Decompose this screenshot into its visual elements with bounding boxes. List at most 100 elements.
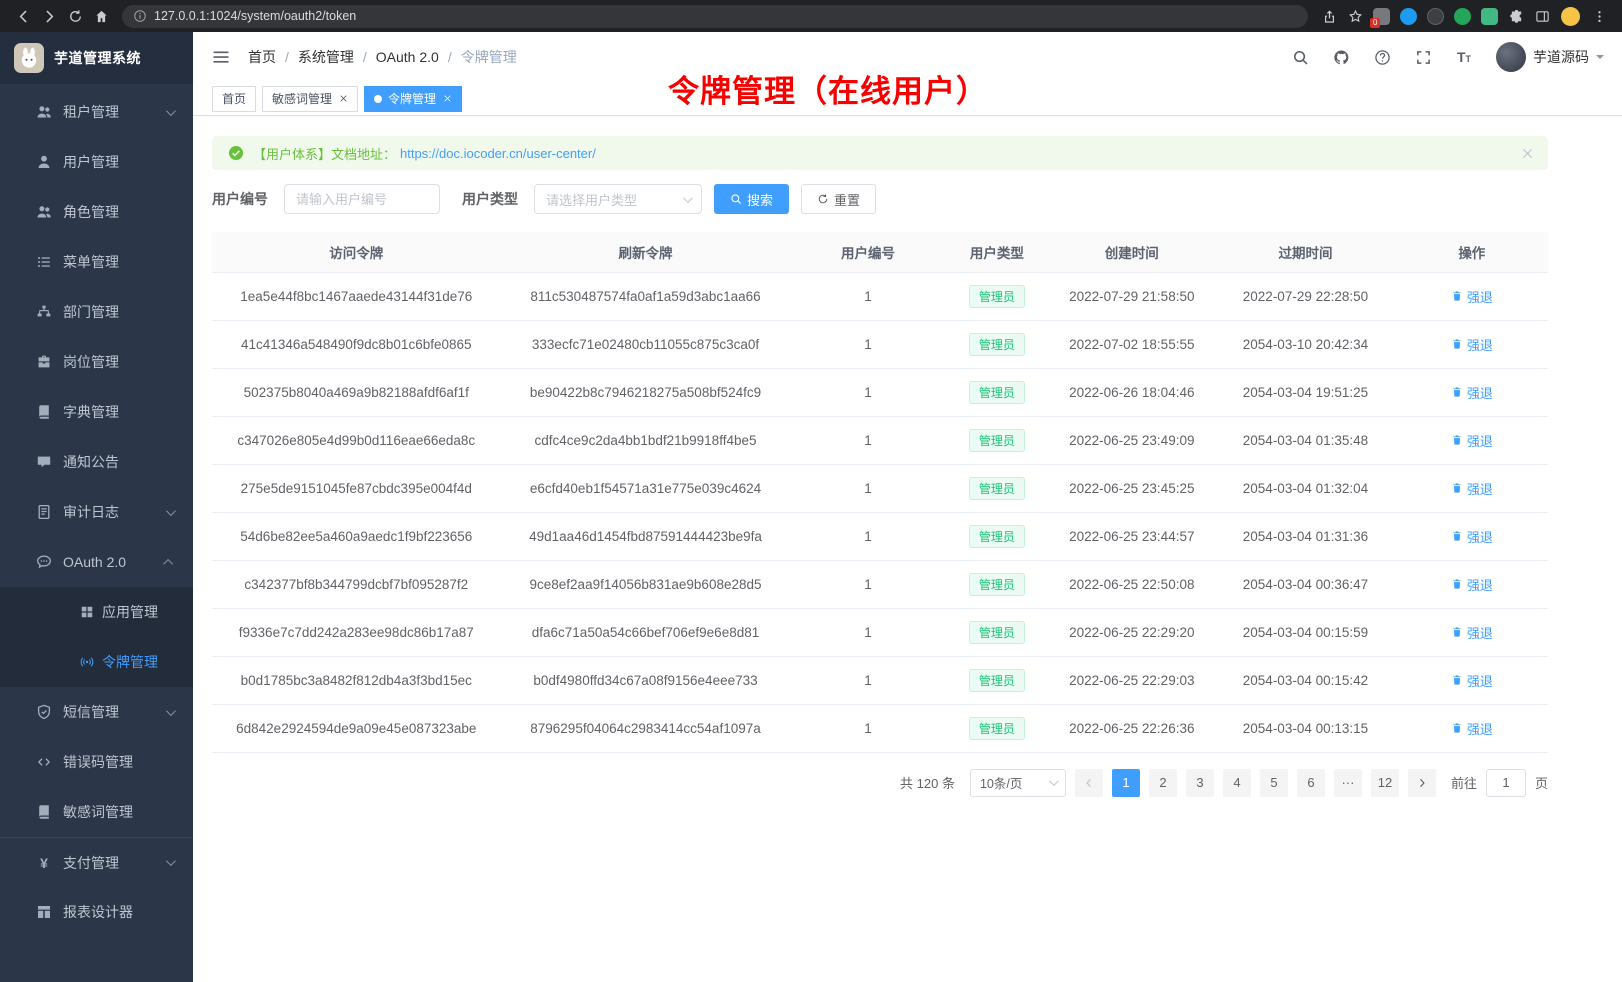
home-icon[interactable] [88, 3, 114, 29]
logo-image [14, 43, 44, 73]
extension-icon-vue[interactable] [1481, 8, 1498, 25]
browser-profile-avatar[interactable] [1561, 7, 1580, 26]
next-page-button[interactable] [1408, 769, 1436, 797]
app-logo[interactable]: 芋道管理系统 [0, 32, 193, 84]
alert-close-icon[interactable] [1521, 147, 1534, 160]
back-icon[interactable] [10, 3, 36, 29]
fontsize-icon[interactable]: TT [1455, 48, 1473, 66]
prev-page-button[interactable] [1075, 769, 1103, 797]
cell-access-token: 502375b8040a469a9b82188afdf6af1f [212, 368, 501, 416]
extension-icon-badged[interactable]: 0 [1373, 8, 1390, 25]
force-logout-button[interactable]: 强退 [1451, 671, 1493, 690]
force-logout-button[interactable]: 强退 [1451, 479, 1493, 498]
cell-access-token: 275e5de9151045fe87cbdc395e004f4d [212, 464, 501, 512]
page-button[interactable]: 6 [1297, 769, 1325, 797]
sidebar-item[interactable]: 租户管理 [0, 87, 193, 137]
alert-doc-link[interactable]: https://doc.iocoder.cn/user-center/ [400, 146, 596, 161]
bookmark-star-icon[interactable] [1342, 3, 1368, 29]
page-button[interactable]: 5 [1260, 769, 1288, 797]
extensions-puzzle-icon[interactable] [1503, 3, 1529, 29]
column-header: 刷新令牌 [501, 232, 791, 272]
breadcrumb-item[interactable]: OAuth 2.0 [354, 49, 439, 65]
user-menu[interactable]: 芋道源码 [1496, 42, 1604, 72]
sidebar-item[interactable]: OAuth 2.0 [0, 537, 193, 587]
users-icon [36, 104, 52, 120]
sidebar-item[interactable]: 用户管理 [0, 137, 193, 187]
breadcrumb-item[interactable]: 系统管理 [276, 47, 354, 67]
tab[interactable]: 令牌管理 [364, 86, 462, 112]
sidebar-item[interactable]: 菜单管理 [0, 237, 193, 287]
sidebar-item[interactable]: 岗位管理 [0, 337, 193, 387]
force-logout-button[interactable]: 强退 [1451, 335, 1493, 354]
search-button[interactable]: 搜索 [714, 184, 789, 214]
hamburger-icon[interactable] [211, 47, 231, 67]
page-button[interactable]: 1 [1112, 769, 1140, 797]
force-logout-button[interactable]: 强退 [1451, 719, 1493, 738]
sidebar-item[interactable]: 审计日志 [0, 487, 193, 537]
breadcrumb-item[interactable]: 首页 [248, 47, 276, 67]
user-id-input[interactable] [284, 184, 440, 214]
sidebar-item[interactable]: 错误码管理 [0, 737, 193, 787]
sidebar-item[interactable]: 应用管理 [0, 587, 193, 637]
breadcrumb-item[interactable]: 令牌管理 [439, 47, 517, 67]
sidebar-item[interactable]: 短信管理 [0, 687, 193, 737]
page-button[interactable]: 2 [1149, 769, 1177, 797]
address-bar[interactable]: 127.0.0.1:1024/system/oauth2/token [122, 5, 1308, 28]
user-type-select[interactable]: 请选择用户类型 [534, 184, 702, 214]
reset-button[interactable]: 重置 [801, 184, 876, 214]
help-icon[interactable] [1373, 48, 1391, 66]
page-size-select[interactable]: 10条/页 [970, 769, 1066, 797]
force-logout-button[interactable]: 强退 [1451, 383, 1493, 402]
tab-label: 敏感词管理 [272, 90, 332, 107]
goto-page-input[interactable] [1486, 769, 1526, 797]
cell-user-type: 管理员 [945, 608, 1048, 656]
browser-menu-icon[interactable] [1586, 3, 1612, 29]
force-logout-button[interactable]: 强退 [1451, 575, 1493, 594]
extension-icon-blue[interactable] [1400, 8, 1417, 25]
sidebar-item[interactable]: 敏感词管理 [0, 787, 193, 837]
page-button[interactable]: ··· [1334, 769, 1362, 797]
cell-refresh-token: 8796295f04064c2983414cc54af1097a [501, 704, 791, 752]
user-type-badge: 管理员 [969, 333, 1025, 356]
tab[interactable]: 敏感词管理 [262, 86, 358, 112]
force-logout-label: 强退 [1467, 335, 1493, 354]
extension-icon-green[interactable] [1454, 8, 1471, 25]
page-button[interactable]: 12 [1371, 769, 1399, 797]
select-placeholder: 请选择用户类型 [546, 190, 637, 209]
sidebar-item[interactable]: ¥ 支付管理 [0, 837, 193, 887]
trash-icon [1451, 530, 1463, 542]
page-button[interactable]: 3 [1186, 769, 1214, 797]
cell-user-type: 管理员 [945, 656, 1048, 704]
search-icon[interactable] [1291, 48, 1309, 66]
tab[interactable]: 首页 [212, 86, 256, 112]
main-content: 首页 系统管理 OAuth 2.0 令牌管理 TT 芋道源码 [193, 32, 1622, 982]
side-panel-icon[interactable] [1529, 3, 1555, 29]
sidebar-item[interactable]: 字典管理 [0, 387, 193, 437]
force-logout-button[interactable]: 强退 [1451, 527, 1493, 546]
extension-icon-dark[interactable] [1427, 8, 1444, 25]
search-icon [730, 193, 742, 205]
force-logout-button[interactable]: 强退 [1451, 431, 1493, 450]
extension-badge: 0 [1370, 18, 1380, 28]
cell-expire-time: 2054-03-04 19:51:25 [1215, 368, 1395, 416]
tab-close-icon[interactable] [338, 94, 348, 104]
briefcase-icon [36, 354, 52, 370]
force-logout-button[interactable]: 强退 [1451, 287, 1493, 306]
site-info-icon[interactable] [133, 9, 147, 23]
share-icon[interactable] [1316, 3, 1342, 29]
chevron-icon [166, 506, 176, 516]
tab-close-icon[interactable] [442, 94, 452, 104]
sidebar-item[interactable]: 令牌管理 [0, 637, 193, 687]
user-type-badge: 管理员 [969, 573, 1025, 596]
sidebar-item[interactable]: 部门管理 [0, 287, 193, 337]
github-icon[interactable] [1332, 48, 1350, 66]
force-logout-button[interactable]: 强退 [1451, 623, 1493, 642]
fullscreen-icon[interactable] [1414, 48, 1432, 66]
sidebar-item[interactable]: 报表设计器 [0, 887, 193, 937]
forward-icon[interactable] [36, 3, 62, 29]
sidebar-item[interactable]: 通知公告 [0, 437, 193, 487]
sidebar-item[interactable]: 角色管理 [0, 187, 193, 237]
reload-icon[interactable] [62, 3, 88, 29]
page-button[interactable]: 4 [1223, 769, 1251, 797]
pagination: 共 120 条 10条/页 1 2 3 4 5 6 ··· 12 [212, 769, 1548, 797]
